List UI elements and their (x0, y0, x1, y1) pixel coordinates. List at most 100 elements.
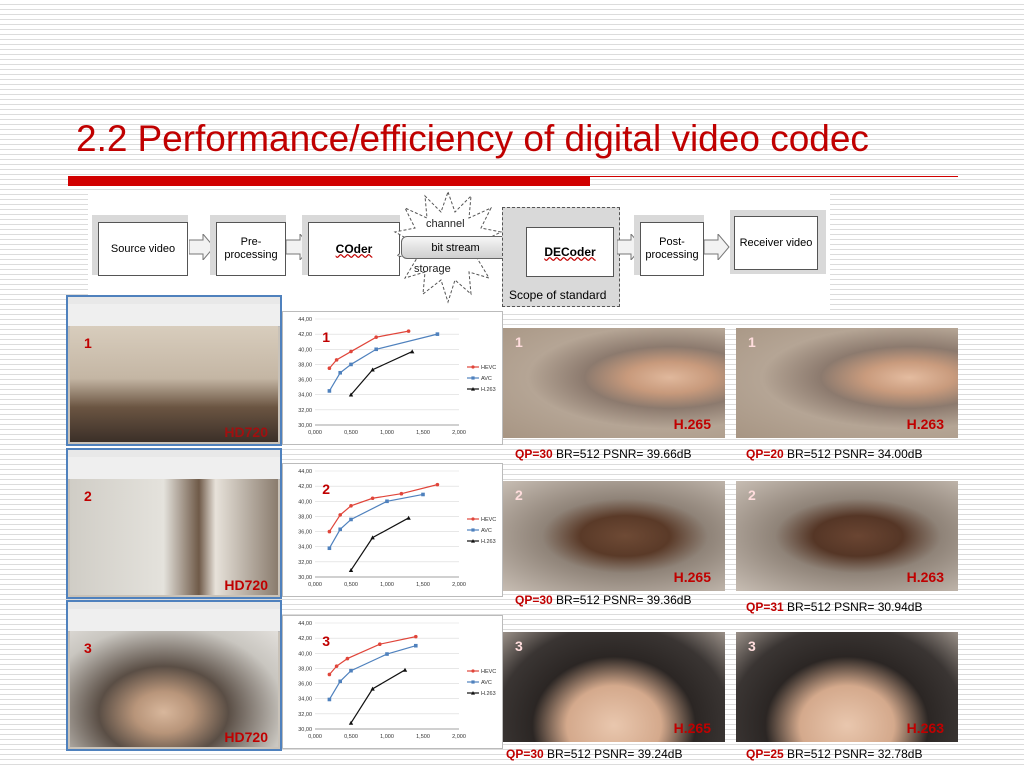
x-tick-label: 0,000 (308, 582, 322, 588)
data-point (327, 366, 332, 371)
y-tick-label: 40,00 (298, 499, 312, 505)
resolution-label: HD720 (224, 729, 268, 745)
h265-frame-2: 2 H.265 (503, 481, 725, 591)
video-window-2: 2 HD720 (66, 448, 282, 599)
legend-label: H.263 (481, 387, 496, 393)
data-point (338, 513, 342, 517)
y-tick-label: 30,00 (298, 727, 312, 733)
codec-pipeline-diagram: Source video Pre-processing COder channe… (88, 190, 830, 310)
data-point (421, 492, 425, 497)
frame-number: 3 (748, 638, 756, 654)
data-point (385, 499, 389, 504)
data-point (327, 697, 332, 702)
legend-label: HEVC (481, 517, 496, 523)
x-tick-label: 0,500 (344, 430, 358, 436)
x-tick-label: 1,500 (416, 582, 430, 588)
legend-marker (471, 365, 475, 369)
y-tick-label: 36,00 (298, 378, 312, 384)
legend-marker (471, 680, 475, 684)
series-line-hevc (328, 330, 409, 369)
codec-label: H.265 (673, 416, 711, 432)
data-point (349, 517, 353, 522)
data-point (374, 335, 378, 339)
data-point (338, 527, 342, 532)
x-tick-label: 2,000 (452, 430, 466, 436)
data-point (349, 504, 353, 508)
y-tick-label: 36,00 (298, 530, 312, 536)
bitrate-psnr: BR=512 PSNR= 32.78dB (783, 747, 923, 761)
title-underline-line (590, 176, 958, 177)
h265-frame-1: 1 H.265 (503, 328, 725, 438)
qp-value: QP=30 (515, 447, 553, 461)
y-tick-label: 38,00 (298, 666, 312, 672)
data-point (435, 332, 440, 336)
legend-label: HEVC (481, 669, 496, 675)
video-window-1: 1 HD720 (66, 295, 282, 446)
series-line-avc (328, 493, 424, 549)
h263-caption-1: QP=20 BR=512 PSNR= 34.00dB (746, 447, 922, 461)
x-tick-label: 1,500 (416, 430, 430, 436)
x-tick-label: 0,000 (308, 734, 322, 740)
y-tick-label: 40,00 (298, 347, 312, 353)
data-point (370, 496, 375, 501)
storage-label: storage (414, 263, 451, 275)
player-controls-panel (68, 304, 280, 327)
channel-label: channel (426, 218, 465, 230)
y-tick-label: 36,00 (298, 682, 312, 688)
data-point (399, 491, 404, 496)
series-line-avc (328, 645, 416, 700)
x-tick-label: 1,000 (380, 430, 394, 436)
y-tick-label: 42,00 (298, 484, 312, 490)
x-tick-label: 0,500 (344, 582, 358, 588)
pre-line1: Pre- (240, 236, 262, 248)
legend-marker (471, 669, 475, 673)
data-point (349, 668, 353, 673)
scene-number: 2 (84, 488, 92, 504)
h263-frame-2: 2 H.263 (736, 481, 958, 591)
x-tick-label: 2,000 (452, 734, 466, 740)
title-text: Performance/efficiency of digital video … (137, 118, 869, 159)
data-point (338, 370, 342, 375)
series-line-h263 (350, 669, 406, 724)
data-point (327, 672, 332, 677)
rd-chart-svg: 44,00 42,00 40,00 38,00 36,00 34,00 32,00 30,00… (298, 469, 496, 588)
rd-chart-2: 44,00 42,00 40,00 38,00 36,00 34,00 32,00 30,00… (282, 463, 503, 597)
frame-number: 1 (515, 334, 523, 350)
frame-number: 3 (515, 638, 523, 654)
series-line-hevc (328, 636, 416, 675)
data-point (338, 679, 342, 684)
h263-caption-3: QP=25 BR=512 PSNR= 32.78dB (746, 747, 922, 761)
decoder-box: DECoder (526, 227, 614, 277)
source-video-box: Source video (98, 222, 188, 276)
y-tick-label: 44,00 (298, 317, 312, 323)
h265-caption-2: QP=30 BR=512 PSNR= 39.36dB (515, 593, 691, 607)
legend-label: HEVC (481, 365, 496, 371)
y-tick-label: 38,00 (298, 362, 312, 368)
data-point (349, 362, 353, 367)
y-tick-label: 44,00 (298, 621, 312, 627)
legend-label: AVC (481, 376, 492, 382)
y-tick-label: 32,00 (298, 560, 312, 566)
h263-caption-2: QP=31 BR=512 PSNR= 30.94dB (746, 600, 922, 614)
bitrate-psnr: BR=512 PSNR= 39.24dB (543, 747, 683, 761)
x-tick-label: 1,000 (380, 582, 394, 588)
legend-marker (471, 528, 475, 532)
qp-value: QP=30 (515, 593, 553, 607)
chart-number-label: 1 (322, 329, 330, 345)
legend-label: AVC (481, 680, 492, 686)
qp-value: QP=20 (746, 447, 784, 461)
frame-number: 2 (748, 487, 756, 503)
bitstream-box: bit stream (401, 236, 510, 259)
rd-chart-1: 44,00 42,00 40,00 38,00 36,00 34,00 32,00 30,00… (282, 311, 503, 445)
data-point (327, 529, 332, 534)
player-controls-panel (68, 609, 280, 632)
data-point (370, 686, 375, 691)
receiver-video-box: Receiver video (734, 216, 818, 270)
h265-caption-1: QP=30 BR=512 PSNR= 39.66dB (515, 447, 691, 461)
x-tick-label: 0,000 (308, 430, 322, 436)
series-line-avc (328, 333, 438, 392)
resolution-label: HD720 (224, 424, 268, 440)
resolution-label: HD720 (224, 577, 268, 593)
y-tick-label: 40,00 (298, 651, 312, 657)
rd-chart-svg: 44,00 42,00 40,00 38,00 36,00 34,00 32,00 30,00… (298, 317, 496, 436)
